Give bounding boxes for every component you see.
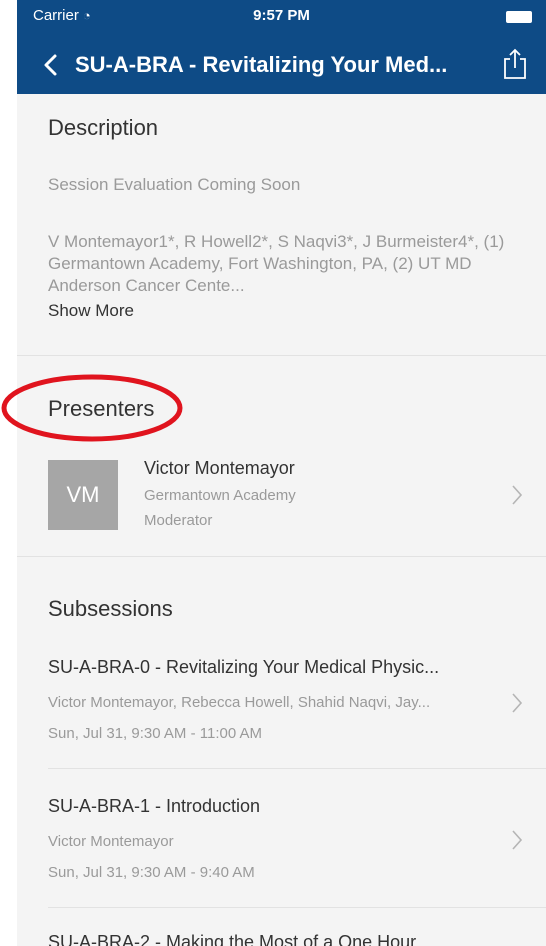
navigation-bar: Carrier ◔ 9:57 PM SU-A-BRA - Revitalizing…: [17, 0, 546, 94]
phone-screen: Carrier ◔ 9:57 PM SU-A-BRA - Revitalizing…: [17, 0, 546, 946]
status-bar: Carrier ◔ 9:57 PM: [17, 0, 546, 32]
row-divider: [48, 907, 546, 908]
battery-icon: [506, 11, 532, 23]
presenter-avatar: VM: [48, 460, 118, 530]
section-divider: [17, 556, 546, 557]
presenter-role: Moderator: [144, 512, 213, 529]
presenter-affiliation: Germantown Academy: [144, 487, 296, 504]
session-title: SU-A-BRA - Revitalizing Your Med...: [75, 52, 448, 77]
subsession-title: SU-A-BRA-0 - Revitalizing Your Medical P…: [48, 657, 440, 677]
chevron-right-icon: [512, 485, 523, 505]
chevron-right-icon: [512, 693, 523, 713]
subsessions-heading: Subsessions: [48, 596, 173, 621]
description-heading: Description: [48, 115, 159, 140]
subsession-time: Sun, Jul 31, 9:30 AM - 9:40 AM: [48, 864, 255, 881]
back-chevron-icon[interactable]: [35, 48, 69, 82]
subsession-presenters: Victor Montemayor, Rebecca Howell, Shahi…: [48, 694, 431, 711]
evaluation-status: Session Evaluation Coming Soon: [48, 175, 301, 194]
annotation-circle: [1, 374, 183, 442]
row-divider: [48, 768, 546, 769]
section-divider: [17, 355, 546, 356]
chevron-right-icon: [512, 830, 523, 850]
subsession-presenters: Victor Montemayor: [48, 833, 174, 850]
subsession-time: Sun, Jul 31, 9:30 AM - 11:00 AM: [48, 725, 263, 742]
show-more-button[interactable]: Show More: [48, 301, 134, 321]
description-text: V Montemayor1*, R Howell2*, S Naqvi3*, J…: [48, 232, 505, 295]
subsession-title: SU-A-BRA-2 - Making the Most of a One Ho…: [48, 932, 417, 946]
status-time: 9:57 PM: [253, 7, 310, 24]
subsession-title: SU-A-BRA-1 - Introduction: [48, 796, 261, 816]
presenter-name: Victor Montemayor: [144, 458, 295, 478]
share-icon[interactable]: [499, 47, 531, 81]
